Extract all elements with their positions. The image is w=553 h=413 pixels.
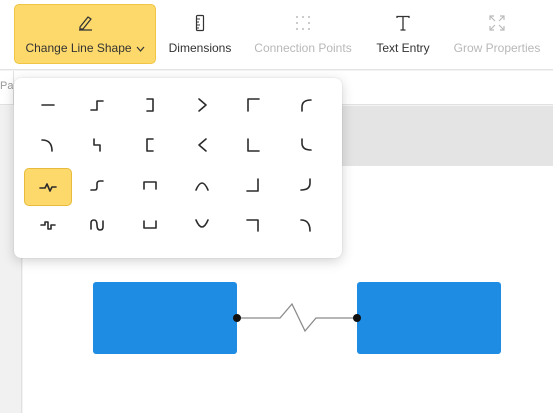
line-shape-bracket-up[interactable] bbox=[126, 166, 174, 204]
ruler-icon bbox=[191, 14, 209, 32]
line-shape-corner-top-right[interactable] bbox=[229, 206, 277, 244]
text-t-icon bbox=[394, 14, 412, 32]
dimensions-button[interactable]: Dimensions bbox=[164, 4, 236, 64]
line-shape-arc-top-right-hook[interactable] bbox=[282, 206, 330, 244]
line-shape-chevron-right[interactable] bbox=[178, 86, 226, 124]
line-shape-arch-up[interactable] bbox=[178, 166, 226, 204]
line-shape-corner-bottom-left[interactable] bbox=[229, 126, 277, 164]
line-shape-arch-down[interactable] bbox=[178, 206, 226, 244]
line-shape-bracket-right[interactable] bbox=[126, 86, 174, 124]
line-shape-arc-bottom-right[interactable] bbox=[282, 166, 330, 204]
chevron-down-icon bbox=[136, 41, 145, 55]
line-shape-zigzag-step[interactable] bbox=[73, 126, 121, 164]
grow-properties-button[interactable]: Grow Properties bbox=[450, 4, 544, 64]
grow-properties-label: Grow Properties bbox=[453, 40, 541, 55]
text-entry-button[interactable]: Text Entry bbox=[370, 4, 436, 64]
line-shape-double-step[interactable] bbox=[24, 206, 72, 244]
line-shape-chevron-left[interactable] bbox=[178, 126, 226, 164]
connection-points-button[interactable]: Connection Points bbox=[250, 4, 356, 64]
line-shape-arc-top-right[interactable] bbox=[24, 126, 72, 164]
dimensions-label: Dimensions bbox=[168, 40, 232, 55]
expand-corners-icon bbox=[488, 14, 506, 32]
line-shape-bracket-left[interactable] bbox=[126, 126, 174, 164]
toolbar: Change Line Shape Dimensions Connection … bbox=[0, 0, 553, 70]
line-shape-corner-top-left[interactable] bbox=[229, 86, 277, 124]
line-shape-wave[interactable] bbox=[73, 206, 121, 244]
line-shape-straight[interactable] bbox=[24, 86, 72, 124]
connection-points-label: Connection Points bbox=[254, 40, 352, 55]
change-line-shape-button[interactable]: Change Line Shape bbox=[14, 4, 156, 64]
line-shape-arc-top-left[interactable] bbox=[282, 86, 330, 124]
line-shape-arc-bottom-left[interactable] bbox=[282, 126, 330, 164]
line-shape-bracket-down[interactable] bbox=[126, 206, 174, 244]
line-shape-menu bbox=[14, 78, 342, 258]
line-shape-corner-bottom-right[interactable] bbox=[229, 166, 277, 204]
pen-icon bbox=[76, 14, 94, 32]
text-entry-label: Text Entry bbox=[376, 40, 430, 55]
change-line-shape-label: Change Line Shape bbox=[25, 40, 132, 55]
right-rectangle-shape[interactable] bbox=[357, 282, 501, 354]
line-shape-lightning[interactable] bbox=[24, 168, 72, 206]
line-shape-s-step[interactable] bbox=[73, 166, 121, 204]
dotted-grid-icon bbox=[294, 14, 312, 32]
line-shape-step-right[interactable] bbox=[73, 86, 121, 124]
left-rectangle-shape[interactable] bbox=[93, 282, 237, 354]
